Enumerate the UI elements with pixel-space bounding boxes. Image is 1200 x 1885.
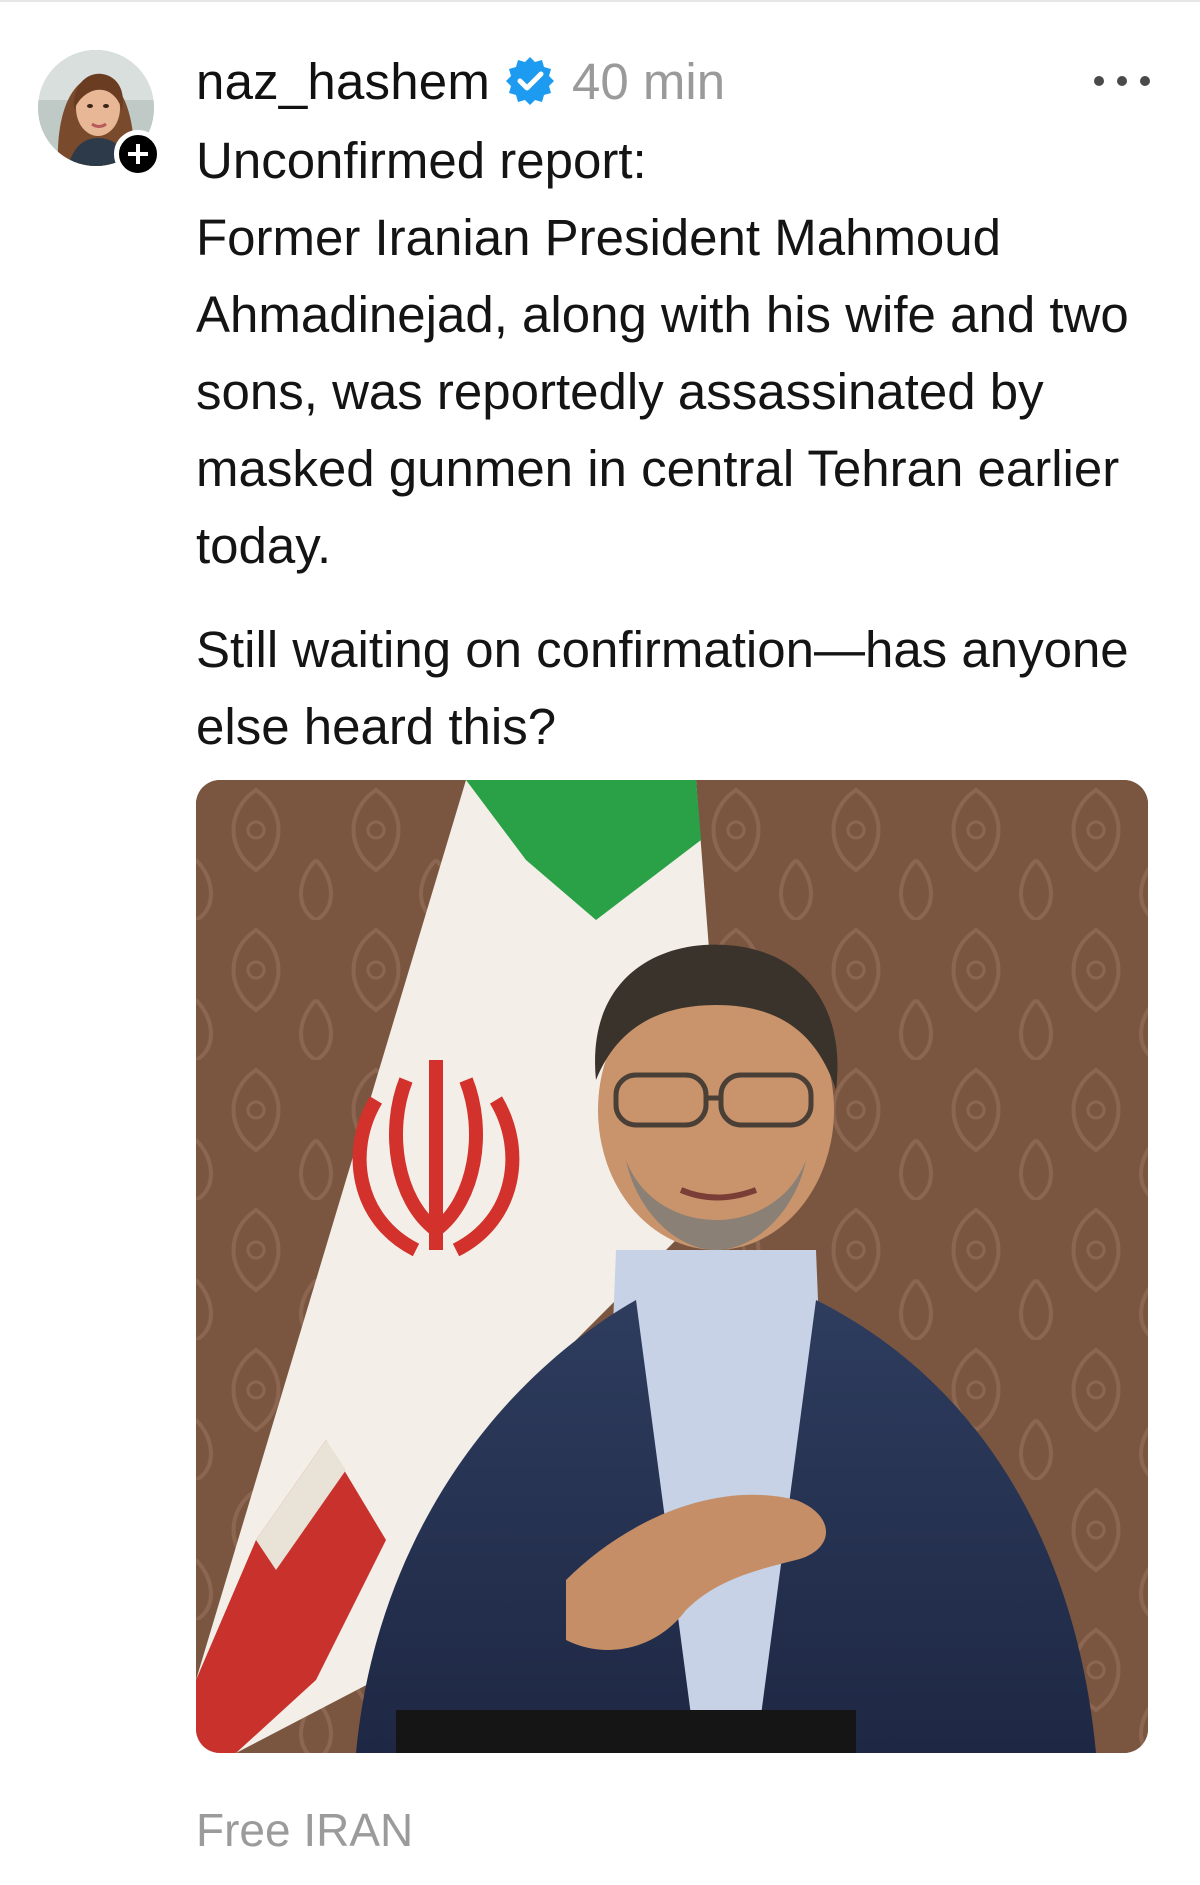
more-options-icon [1094,76,1104,86]
post-tag-link[interactable]: Free IRAN [196,1803,413,1857]
post-image[interactable] [196,780,1148,1753]
verified-badge-icon [504,55,556,107]
post-body: Unconfirmed report: Former Iranian Presi… [196,122,1166,765]
more-options-icon [1140,76,1150,86]
post-paragraph: Unconfirmed report: Former Iranian Presi… [196,132,1129,574]
post-photo [196,780,1148,1753]
post-timestamp: 40 min [572,52,726,110]
more-options-icon [1117,76,1127,86]
username-link[interactable]: naz_hashem [196,52,490,111]
avatar-container[interactable] [38,50,162,178]
plus-icon [128,144,148,164]
more-options-button[interactable] [1094,66,1150,96]
post-paragraph: Still waiting on confirmation—has anyone… [196,621,1129,755]
follow-button[interactable] [114,130,162,178]
post-header: naz_hashem 40 min [196,46,725,116]
top-divider [0,0,1200,2]
